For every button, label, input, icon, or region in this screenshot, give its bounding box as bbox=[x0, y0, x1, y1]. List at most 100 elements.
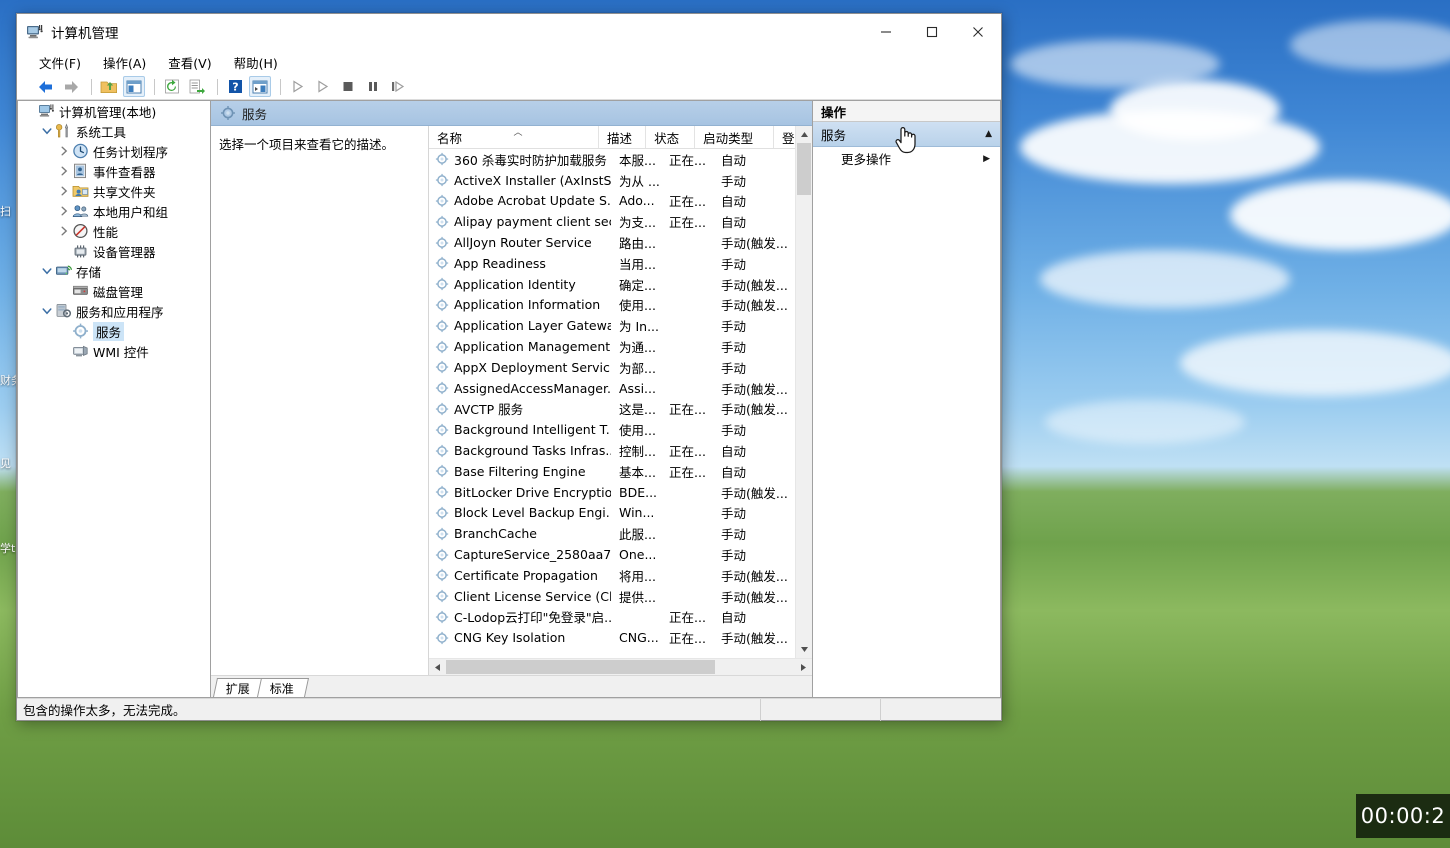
tree-item-7[interactable]: 存储 bbox=[18, 261, 210, 281]
show-action-pane-icon[interactable] bbox=[249, 76, 271, 97]
table-row[interactable]: Application Layer Gatewa...为 In...手动本 bbox=[429, 315, 795, 336]
table-row[interactable]: Block Level Backup Engi...Win...手动本 bbox=[429, 503, 795, 524]
column-header-2[interactable]: 状态 bbox=[646, 126, 696, 148]
tree-twisty-expanded-icon[interactable] bbox=[39, 306, 55, 316]
sharedfolder-icon bbox=[72, 183, 89, 199]
tree-twisty-expanded-icon[interactable] bbox=[39, 266, 55, 276]
show-tree-icon[interactable] bbox=[123, 76, 145, 97]
table-row[interactable]: C-Lodop云打印"免登录"启...正在...自动本 bbox=[429, 607, 795, 628]
tree-item-label: 系统工具 bbox=[76, 124, 127, 140]
tree-item-label: 任务计划程序 bbox=[93, 144, 169, 160]
tree-twisty-collapsed-icon[interactable] bbox=[56, 206, 72, 216]
tree-item-6[interactable]: 设备管理器 bbox=[18, 241, 210, 261]
menu-action[interactable]: 操作(A) bbox=[103, 53, 146, 72]
menu-file[interactable]: 文件(F) bbox=[39, 53, 81, 72]
column-header-0[interactable]: 名称 ︿ bbox=[429, 126, 599, 148]
menu-help[interactable]: 帮助(H) bbox=[234, 53, 278, 72]
cell-service-name: AppX Deployment Servic... bbox=[429, 360, 611, 375]
tree-item-0[interactable]: 系统工具 bbox=[18, 121, 210, 141]
service-gear-icon bbox=[435, 402, 449, 416]
cell-startup-type: 手动 bbox=[721, 319, 747, 335]
close-button[interactable] bbox=[955, 14, 1001, 50]
cell-service-name: Application Information bbox=[429, 297, 611, 312]
table-row[interactable]: AssignedAccessManager...Assi...手动(触发...本 bbox=[429, 378, 795, 399]
tree-item-2[interactable]: 事件查看器 bbox=[18, 161, 210, 181]
tree-item-10[interactable]: 服务 bbox=[18, 321, 210, 341]
tab-standard[interactable]: 标准 bbox=[256, 678, 310, 697]
table-row[interactable]: AppX Deployment Servic...为部...手动本 bbox=[429, 357, 795, 378]
restart-service-icon[interactable] bbox=[387, 76, 409, 97]
service-name-text: App Readiness bbox=[454, 255, 546, 271]
result-pane-title: 服务 bbox=[242, 106, 268, 122]
table-row[interactable]: App Readiness当用...手动本 bbox=[429, 253, 795, 274]
help-icon[interactable]: ? bbox=[224, 76, 246, 97]
table-row[interactable]: Background Intelligent T...使用...手动本 bbox=[429, 419, 795, 440]
tree-item-9[interactable]: 服务和应用程序 bbox=[18, 301, 210, 321]
tree-item-1[interactable]: 任务计划程序 bbox=[18, 141, 210, 161]
table-row[interactable]: AVCTP 服务这是...正在...手动(触发...本 bbox=[429, 399, 795, 420]
table-row[interactable]: 360 杀毒实时防护加载服务本服...正在...自动本 bbox=[429, 149, 795, 170]
table-row[interactable]: Application Management为通...手动本 bbox=[429, 336, 795, 357]
tree-twisty-collapsed-icon[interactable] bbox=[56, 166, 72, 176]
horizontal-scroll-track[interactable] bbox=[446, 659, 795, 675]
export-list-icon[interactable] bbox=[186, 76, 208, 97]
stop-service-icon[interactable] bbox=[337, 76, 359, 97]
console-tree-pane[interactable]: 计算机管理(本地) 系统工具任务计划程序 事件查看器 共享文件夹 本地用户和组 性能设备… bbox=[17, 100, 211, 698]
vertical-scroll-track[interactable] bbox=[796, 143, 812, 641]
service-gear-icon bbox=[221, 106, 235, 120]
minimize-button[interactable] bbox=[863, 14, 909, 50]
tree-item-label: 设备管理器 bbox=[93, 244, 156, 260]
refresh-icon[interactable] bbox=[161, 76, 183, 97]
table-row[interactable]: AllJoyn Router Service路由...手动(触发...本 bbox=[429, 232, 795, 253]
table-row[interactable]: CaptureService_2580aa76One...手动本 bbox=[429, 544, 795, 565]
tree-twisty-collapsed-icon[interactable] bbox=[56, 186, 72, 196]
tree-item-3[interactable]: 共享文件夹 bbox=[18, 181, 210, 201]
horizontal-scroll-thumb[interactable] bbox=[446, 660, 715, 674]
pause-service-icon[interactable] bbox=[362, 76, 384, 97]
vertical-scroll-thumb[interactable] bbox=[797, 143, 811, 195]
tree-item-11[interactable]: WMI 控件 bbox=[18, 341, 210, 361]
tree-item-5[interactable]: 性能 bbox=[18, 221, 210, 241]
table-row[interactable]: CNG Key IsolationCNG...正在...手动(触发...本 bbox=[429, 627, 795, 648]
collapse-chevron-icon[interactable]: ▲ bbox=[985, 129, 992, 139]
up-folder-icon[interactable] bbox=[98, 76, 120, 97]
cell-description: Win... bbox=[619, 505, 655, 521]
actions-group-header[interactable]: 服务 ▲ bbox=[813, 122, 1000, 147]
table-row[interactable]: Application Information使用...手动(触发...本 bbox=[429, 295, 795, 316]
forward-icon[interactable] bbox=[60, 76, 82, 97]
table-row[interactable]: Client License Service (Cli... 提供... 手动(触发… bbox=[429, 586, 795, 607]
column-header-1[interactable]: 描述 bbox=[599, 126, 647, 148]
column-header-4[interactable]: 登 bbox=[774, 126, 795, 148]
back-icon[interactable] bbox=[35, 76, 57, 97]
tree-item-4[interactable]: 本地用户和组 bbox=[18, 201, 210, 221]
column-header-3[interactable]: 启动类型 bbox=[695, 126, 774, 148]
table-row[interactable]: Adobe Acrobat Update S...Ado...正在...自动本 bbox=[429, 191, 795, 212]
scroll-up-button[interactable] bbox=[796, 126, 812, 143]
tree-item-root[interactable]: 计算机管理(本地) bbox=[18, 101, 210, 121]
table-row[interactable]: Application Identity确定...手动(触发...本 bbox=[429, 274, 795, 295]
action-item-more-actions[interactable]: 更多操作 ▶ bbox=[813, 147, 1000, 170]
tree-twisty-expanded-icon[interactable] bbox=[39, 126, 55, 136]
scroll-right-button[interactable] bbox=[795, 659, 812, 676]
table-row[interactable]: Certificate Propagation将用...手动(触发...本 bbox=[429, 565, 795, 586]
cell-service-name: Certificate Propagation bbox=[429, 568, 611, 583]
table-row[interactable]: BitLocker Drive Encryptio... BDE... 手动(触发.… bbox=[429, 482, 795, 503]
tree-item-8[interactable]: 磁盘管理 bbox=[18, 281, 210, 301]
list-rows[interactable]: 360 杀毒实时防护加载服务本服...正在...自动本ActiveX Insta… bbox=[429, 149, 795, 658]
list-horizontal-scrollbar[interactable] bbox=[429, 658, 812, 676]
scroll-left-button[interactable] bbox=[429, 659, 446, 676]
maximize-button[interactable] bbox=[909, 14, 955, 50]
table-row[interactable]: Background Tasks Infras...控制...正在...自动本 bbox=[429, 440, 795, 461]
table-row[interactable]: ActiveX Installer (AxInstSV)为从 ...手动本 bbox=[429, 170, 795, 191]
resume-service-icon[interactable] bbox=[312, 76, 334, 97]
list-vertical-scrollbar[interactable] bbox=[795, 126, 812, 658]
table-row[interactable]: BranchCache此服...手动网 bbox=[429, 523, 795, 544]
start-service-icon[interactable] bbox=[287, 76, 309, 97]
table-row[interactable]: Alipay payment client sec... 为支... 正在... 自动… bbox=[429, 211, 795, 232]
tree-twisty-collapsed-icon[interactable] bbox=[56, 146, 72, 156]
tree-twisty-collapsed-icon[interactable] bbox=[56, 226, 72, 236]
menu-view[interactable]: 查看(V) bbox=[168, 53, 211, 72]
scroll-down-button[interactable] bbox=[796, 641, 812, 658]
table-row[interactable]: Base Filtering Engine基本...正在...自动本 bbox=[429, 461, 795, 482]
diskmgmt-icon bbox=[72, 283, 89, 299]
